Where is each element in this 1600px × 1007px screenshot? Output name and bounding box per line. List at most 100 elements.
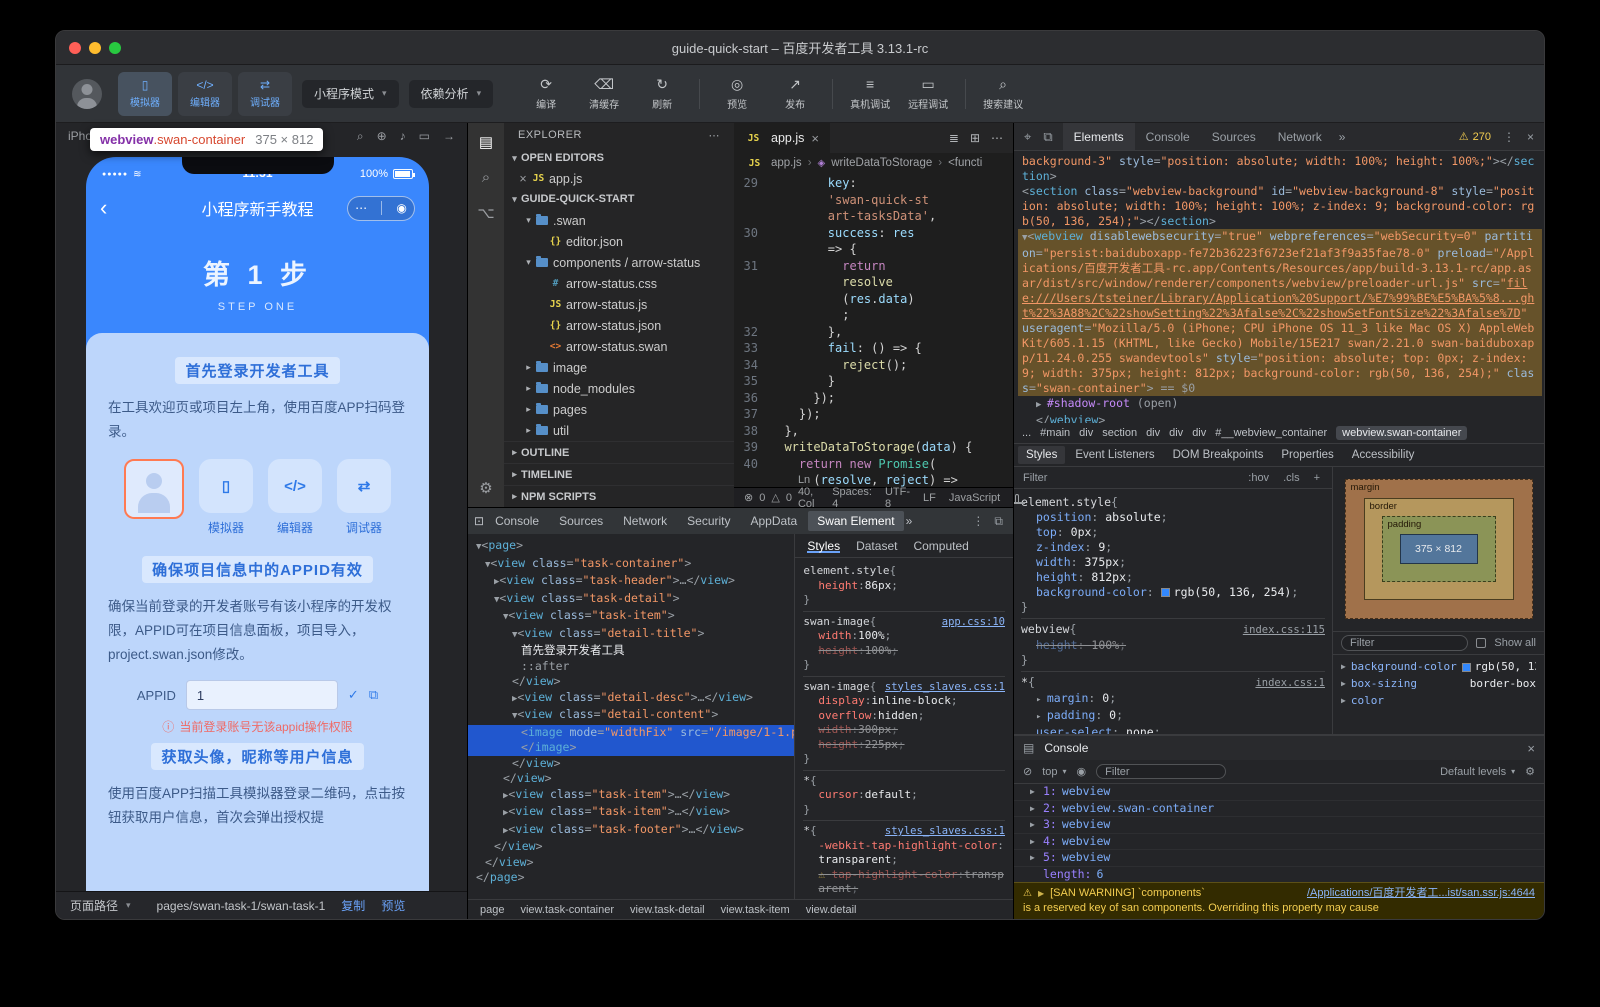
tree-item-arrow-status.css[interactable]: #arrow-status.css xyxy=(504,273,734,294)
dom-node[interactable]: ▶<view class="task-item">…</view> xyxy=(468,787,794,805)
close-console-icon[interactable]: × xyxy=(1527,741,1535,756)
tree-item-arrow-status.json[interactable]: {}arrow-status.json xyxy=(504,315,734,336)
dependency-analysis-dropdown[interactable]: 依赖分析 ▾ xyxy=(409,80,494,108)
dom-node[interactable]: ▼<view class="task-detail"> xyxy=(468,591,794,609)
open-editors-section[interactable]: ▾OPEN EDITORS xyxy=(504,148,734,169)
tool-item-调试器[interactable]: ⇄调试器 xyxy=(337,459,391,536)
swan-tab-Security[interactable]: Security xyxy=(678,511,739,531)
warning-badge[interactable]: ⚠ 270 xyxy=(1459,130,1491,143)
open-changes-icon[interactable]: ≣ xyxy=(949,131,959,145)
search-icon[interactable]: ⌕ xyxy=(482,169,490,186)
element-node[interactable]: background-3" style="position: absolute;… xyxy=(1018,154,1542,184)
tab-app-js[interactable]: JS app.js × xyxy=(734,123,830,153)
dom-breadcrumb-item[interactable]: view.detail xyxy=(806,904,857,916)
explorer-more-icon[interactable]: ⋯ xyxy=(709,129,721,142)
preview-path-link[interactable]: 预览 xyxy=(381,897,405,914)
tree-item-image[interactable]: ▸image xyxy=(504,357,734,378)
action-搜索建议[interactable]: ⌕搜索建议 xyxy=(974,77,1032,111)
console-tab-label[interactable]: Console xyxy=(1044,741,1088,755)
code-area[interactable]: 29 key: 'swan-quick-st art-tasksData',30… xyxy=(734,173,1013,487)
dom-node[interactable]: ▼<view class="detail-title"> xyxy=(468,626,794,644)
dom-breadcrumb-item[interactable]: view.task-detail xyxy=(630,904,705,916)
mode-button-调试器[interactable]: ⇄调试器 xyxy=(238,72,292,116)
device-toolbar-icon[interactable]: ⧉ xyxy=(1043,129,1052,145)
device-icon[interactable]: ▭ xyxy=(419,129,430,144)
close-devtools-icon[interactable]: × xyxy=(1527,130,1534,144)
user-avatar[interactable] xyxy=(72,79,102,109)
element-breadcrumb-item[interactable]: ... xyxy=(1022,427,1031,439)
styles-filter-input[interactable]: Filter xyxy=(1023,472,1047,484)
breadcrumb-item[interactable]: <functi xyxy=(948,157,982,169)
tree-item-util[interactable]: ▸util xyxy=(504,420,734,441)
minimize-window-button[interactable] xyxy=(89,42,101,54)
split-editor-icon[interactable]: ⊞ xyxy=(970,131,980,145)
swan-tab-Sources[interactable]: Sources xyxy=(550,511,612,531)
action-编译[interactable]: ⟳编译 xyxy=(517,77,575,111)
capsule-menu[interactable]: ⋯ ◉ xyxy=(347,196,415,221)
swan-tab-AppData[interactable]: AppData xyxy=(742,511,807,531)
dom-node[interactable]: </view> xyxy=(468,756,794,772)
close-window-button[interactable] xyxy=(69,42,81,54)
stylesheet-link[interactable]: styles_slaves.css:1 xyxy=(877,824,1005,839)
element-breadcrumb-item[interactable]: div xyxy=(1192,427,1206,439)
sidebar-tab-Event Listeners[interactable]: Event Listeners xyxy=(1067,446,1162,464)
breadcrumb-item[interactable]: app.js xyxy=(771,157,802,169)
stylesheet-link[interactable]: index.css:115 xyxy=(1235,623,1325,638)
more-actions-icon[interactable]: ⋯ xyxy=(991,131,1003,145)
dom-node[interactable]: ::after xyxy=(468,659,794,675)
dom-node[interactable]: </view> xyxy=(468,771,794,787)
tree-item-arrow-status.js[interactable]: JSarrow-status.js xyxy=(504,294,734,315)
live-expression-icon[interactable]: ◉ xyxy=(1077,765,1087,778)
console-log-area[interactable]: ▶1: webview▶2: webview.swan-container▶3:… xyxy=(1014,784,1544,882)
dom-node[interactable]: </page> xyxy=(468,870,794,886)
dom-node[interactable]: ▶<view class="task-item">…</view> xyxy=(468,804,794,822)
close-icon[interactable]: × xyxy=(516,172,530,186)
stylesheet-link[interactable]: index.css:1 xyxy=(1247,676,1325,691)
status-item[interactable]: Spaces: 4 xyxy=(832,486,872,510)
more-tabs-icon[interactable]: » xyxy=(1333,123,1352,150)
tool-item-编辑器[interactable]: </>编辑器 xyxy=(268,459,322,536)
project-section[interactable]: ▾GUIDE-QUICK-START xyxy=(504,189,734,210)
sound-icon[interactable]: ♪ xyxy=(400,129,406,144)
dom-node[interactable]: </view> xyxy=(468,674,794,690)
stylesheet-link[interactable]: app.css:10 xyxy=(934,615,1005,630)
tutorial-image-selected[interactable] xyxy=(124,459,184,519)
dom-node[interactable]: </view> xyxy=(468,839,794,855)
tree-item-.swan[interactable]: ▾.swan xyxy=(504,210,734,231)
computed-property[interactable]: ▶box-sizingborder-box xyxy=(1341,675,1536,692)
explorer-icon[interactable]: ▤ xyxy=(479,133,493,151)
phone-screen[interactable]: ●●●●● ≋ 11:31 100% ‹ 小程序新手教程 ⋯ xyxy=(86,157,429,891)
warnings-icon[interactable]: △ xyxy=(771,491,779,504)
globe-icon[interactable]: ⊕ xyxy=(377,129,387,144)
tree-item-components / arrow-status[interactable]: ▾components / arrow-status xyxy=(504,252,734,273)
inspect-icon[interactable]: ⌖ xyxy=(1024,129,1031,145)
action-真机调试[interactable]: ≡真机调试 xyxy=(841,77,899,111)
mode-button-模拟器[interactable]: ▯模拟器 xyxy=(118,72,172,116)
element-breadcrumb-item[interactable]: section xyxy=(1102,427,1137,439)
elements-tree[interactable]: background-3" style="position: absolute;… xyxy=(1014,151,1544,423)
style-tab-Dataset[interactable]: Dataset xyxy=(856,539,897,553)
element-breadcrumb-item[interactable]: div xyxy=(1169,427,1183,439)
dom-node[interactable]: <image mode="widthFix" src="/image/1-1.p… xyxy=(468,725,794,741)
devtools-tab-Elements[interactable]: Elements xyxy=(1063,123,1135,150)
more-tabs-icon[interactable]: » xyxy=(906,514,913,528)
bell-icon[interactable] xyxy=(1015,494,1019,502)
status-item[interactable]: JavaScript xyxy=(949,492,1000,504)
show-all-checkbox[interactable] xyxy=(1476,638,1486,648)
status-item[interactable]: UTF-8 xyxy=(885,486,910,510)
mini-program-mode-dropdown[interactable]: 小程序模式 ▾ xyxy=(302,80,399,108)
style-tab-Computed[interactable]: Computed xyxy=(913,539,968,553)
console-entry[interactable]: ▶1: webview xyxy=(1014,784,1544,801)
new-rule-button[interactable]: + xyxy=(1311,472,1323,484)
errors-icon[interactable]: ⊗ xyxy=(744,491,753,504)
stylesheet-link[interactable]: styles_slaves.css:1 xyxy=(877,680,1005,695)
panel-NPM SCRIPTS[interactable]: ▸NPM SCRIPTS xyxy=(504,485,734,507)
swan-tab-Swan Element[interactable]: Swan Element xyxy=(808,511,903,531)
element-breadcrumb-item[interactable]: #main xyxy=(1040,427,1070,439)
style-tab-Styles[interactable]: Styles xyxy=(807,539,840,553)
console-filter-input[interactable]: Filter xyxy=(1096,764,1226,779)
element-node[interactable]: ▶ #shadow-root (open) xyxy=(1018,396,1542,413)
tool-item-模拟器[interactable]: ▯模拟器 xyxy=(199,459,253,536)
source-control-icon[interactable]: ⌥ xyxy=(477,204,494,222)
mode-button-编辑器[interactable]: </>编辑器 xyxy=(178,72,232,116)
